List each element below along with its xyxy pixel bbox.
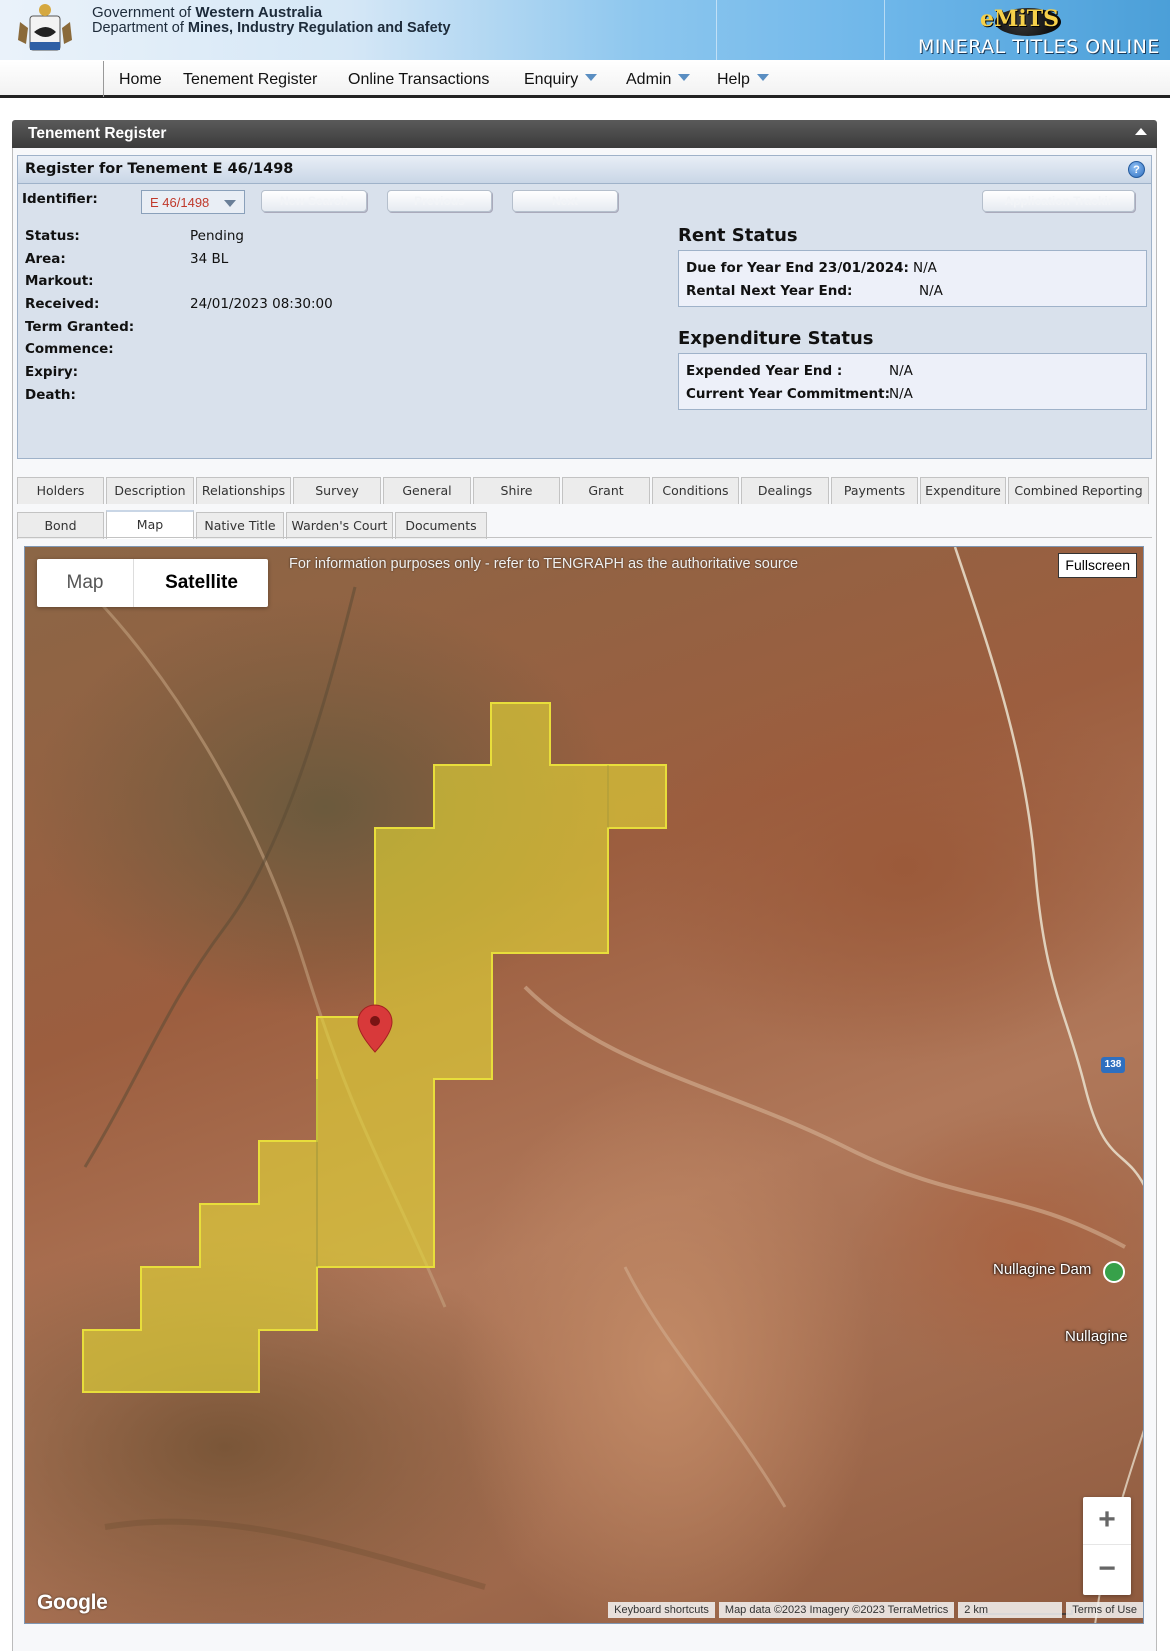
previous-button[interactable]: Previous <box>387 190 492 212</box>
tab-native-title[interactable]: Native Title <box>196 512 284 539</box>
tab-expenditure[interactable]: Expenditure <box>920 477 1006 504</box>
map-type-satellite-button[interactable]: Satellite <box>135 559 268 607</box>
expended-value: N/A <box>889 363 913 379</box>
tab-holders[interactable]: Holders <box>17 477 104 504</box>
nav-separator <box>103 61 104 97</box>
status-value: Pending <box>190 228 244 244</box>
tab-documents[interactable]: Documents <box>395 512 487 539</box>
collapse-icon[interactable] <box>1135 128 1147 135</box>
tab-relationships[interactable]: Relationships <box>196 477 291 504</box>
tab-shire[interactable]: Shire <box>473 477 560 504</box>
next-button[interactable]: Next <box>512 190 618 212</box>
map-data-credit: Map data ©2023 Imagery ©2023 TerraMetric… <box>718 1602 955 1618</box>
rental-next-label: Rental Next Year End: <box>686 283 853 299</box>
commence-label: Commence: <box>25 341 114 357</box>
register-box: Register for Tenement E 46/1498 ? Identi… <box>17 155 1152 459</box>
identifier-label: Identifier: <box>22 191 98 207</box>
tab-payments[interactable]: Payments <box>831 477 918 504</box>
chevron-down-icon <box>224 200 236 207</box>
status-label: Status: <box>25 228 80 244</box>
panel-header: Tenement Register <box>12 120 1157 148</box>
tab-dealings[interactable]: Dealings <box>741 477 829 504</box>
main-nav: Home Tenement Register Online Transactio… <box>0 61 1170 98</box>
markout-label: Markout: <box>25 273 94 289</box>
satellite-imagery <box>82 547 1143 1623</box>
received-label: Received: <box>25 296 100 312</box>
map-type-control: Map Satellite <box>37 559 268 607</box>
register-title: Register for Tenement E 46/1498 <box>25 161 294 177</box>
product-name: MINERAL TITLES ONLINE <box>918 36 1160 58</box>
chevron-down-icon <box>585 74 598 81</box>
rent-due-label: Due for Year End 23/01/2024: <box>686 260 909 276</box>
fullscreen-button[interactable]: Fullscreen <box>1058 553 1137 578</box>
tab-grant[interactable]: Grant <box>562 477 650 504</box>
zoom-out-button[interactable]: − <box>1083 1546 1131 1594</box>
area-value: 34 BL <box>190 251 229 267</box>
nav-admin[interactable]: Admin <box>626 71 691 89</box>
tab-bond[interactable]: Bond <box>17 512 104 539</box>
help-icon[interactable]: ? <box>1128 161 1145 178</box>
map-disclaimer: For information purposes only - refer to… <box>289 556 799 572</box>
identifier-value: E 46/1498 <box>150 195 210 210</box>
area-label: Area: <box>25 251 66 267</box>
emits-logo: eMiTS <box>980 6 1059 32</box>
department-name: Department of Mines, Industry Regulation… <box>92 20 451 36</box>
chevron-down-icon <box>756 74 769 81</box>
expenditure-status-title: Expenditure Status <box>678 328 874 349</box>
nav-tenement-register[interactable]: Tenement Register <box>183 71 317 89</box>
zoom-in-button[interactable]: + <box>1083 1497 1131 1545</box>
received-value: 24/01/2023 08:30:00 <box>190 296 333 312</box>
tab-baseline <box>17 537 1152 538</box>
tab-conditions[interactable]: Conditions <box>652 477 739 504</box>
map-type-map-button[interactable]: Map <box>37 559 134 607</box>
scale-label[interactable]: 2 km <box>958 1602 1063 1618</box>
banner-divider <box>884 0 885 60</box>
place-label-nullagine: Nullagine <box>1065 1328 1128 1345</box>
map-attribution: Keyboard shortcuts Map data ©2023 Imagery… <box>604 1602 1143 1620</box>
commitment-value: N/A <box>889 386 913 402</box>
tab-map[interactable]: Map <box>106 510 194 539</box>
new-search-button[interactable]: New Search <box>261 190 367 212</box>
tab-survey[interactable]: Survey <box>293 477 381 504</box>
death-label: Death: <box>25 387 76 403</box>
register-title-bar: Register for Tenement E 46/1498 ? <box>18 156 1151 184</box>
identifier-select[interactable]: E 46/1498 <box>141 190 245 214</box>
expiry-label: Expiry: <box>25 364 79 380</box>
nav-help[interactable]: Help <box>717 71 769 89</box>
road-shield-138: 138 <box>1101 1057 1125 1073</box>
application-tracking-button[interactable]: Application Trackir <box>982 190 1135 212</box>
nav-online-transactions[interactable]: Online Transactions <box>348 71 489 89</box>
rent-due-value: N/A <box>913 260 937 276</box>
rent-status-title: Rent Status <box>678 225 798 246</box>
chevron-down-icon <box>678 74 691 81</box>
nav-enquiry[interactable]: Enquiry <box>524 71 598 89</box>
panel-title: Tenement Register <box>28 125 167 142</box>
commitment-label: Current Year Commitment: <box>686 386 890 402</box>
tab-description[interactable]: Description <box>106 477 194 504</box>
google-logo: Google <box>37 1591 108 1614</box>
keyboard-shortcuts-link[interactable]: Keyboard shortcuts <box>608 1602 715 1618</box>
map-view[interactable]: Map Satellite For information purposes o… <box>24 546 1144 1624</box>
expended-label: Expended Year End : <box>686 363 843 379</box>
wa-crest-logo <box>18 4 72 51</box>
zoom-control: + − <box>1083 1497 1131 1595</box>
terms-of-use-link[interactable]: Terms of Use <box>1066 1602 1143 1618</box>
rent-status-box: Due for Year End 23/01/2024: N/A Rental … <box>678 250 1147 307</box>
term-granted-label: Term Granted: <box>25 319 135 335</box>
dam-pin-icon[interactable] <box>1103 1261 1125 1283</box>
expenditure-status-box: Expended Year End : N/A Current Year Com… <box>678 353 1147 410</box>
tab-combined-reporting[interactable]: Combined Reporting <box>1008 477 1149 504</box>
site-banner: Government of Western Australia Departme… <box>0 0 1170 60</box>
nav-home[interactable]: Home <box>119 71 162 89</box>
highway-road <box>953 547 1143 1186</box>
place-label-nullagine-dam: Nullagine Dam <box>993 1261 1092 1278</box>
rental-next-value: N/A <box>919 283 943 299</box>
tab-wardens-court[interactable]: Warden's Court <box>286 512 393 539</box>
tab-general[interactable]: General <box>383 477 471 504</box>
banner-divider <box>716 0 717 60</box>
